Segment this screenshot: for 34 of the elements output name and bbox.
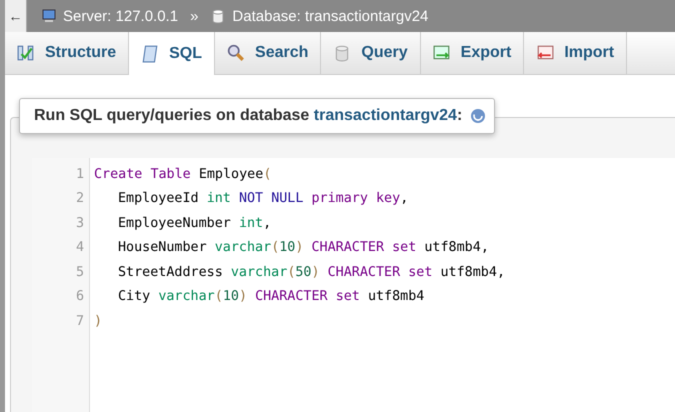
breadcrumb-link[interactable]: Database: transactiontargv24 <box>232 8 428 24</box>
line-number: 6 <box>74 289 85 304</box>
line-number: 1 <box>74 166 85 182</box>
code-line: HouseNumber varchar(10) CHARACTER set utf8mb4, <box>117 240 489 256</box>
breadcrumb-separator: » <box>190 8 198 24</box>
code-line: Create Table Employee( <box>93 166 272 182</box>
tab[interactable]: Export <box>420 32 524 74</box>
code-editor[interactable] <box>32 158 675 412</box>
help-icon[interactable] <box>470 108 486 124</box>
import-icon <box>536 44 554 62</box>
line-number: 3 <box>74 216 85 231</box>
tab[interactable]: SQL <box>129 32 216 75</box>
computer-icon <box>41 8 57 24</box>
tab[interactable]: Import <box>524 32 628 74</box>
export-icon <box>432 44 451 62</box>
tab[interactable]: Search <box>215 32 322 74</box>
scroll-icon <box>141 44 160 62</box>
line-number: 5 <box>74 264 85 280</box>
panel-title: Run SQL query/queries on database transactiontargv24: <box>34 107 462 125</box>
line-number: 4 <box>74 240 85 256</box>
line-number: 2 <box>74 191 85 206</box>
tab[interactable]: Query <box>321 32 421 74</box>
back-button[interactable]: ← <box>5 0 27 32</box>
table-check-icon <box>17 44 35 62</box>
database-icon <box>210 8 226 24</box>
breadcrumb-link[interactable]: Server: 127.0.0.1 <box>63 8 178 24</box>
code-line: StreetAddress varchar(50) CHARACTER set utf8mb4, <box>117 264 505 280</box>
code-line: EmployeeNumber int, <box>117 216 272 231</box>
code-line: ) <box>93 314 102 329</box>
line-number: 7 <box>74 314 85 329</box>
code-line: EmployeeId int NOT NULL primary key, <box>117 191 408 206</box>
search-icon <box>227 44 246 62</box>
code-line: City varchar(10) CHARACTER set utf8mb4 <box>117 289 424 304</box>
tab[interactable]: Structure <box>5 32 130 74</box>
